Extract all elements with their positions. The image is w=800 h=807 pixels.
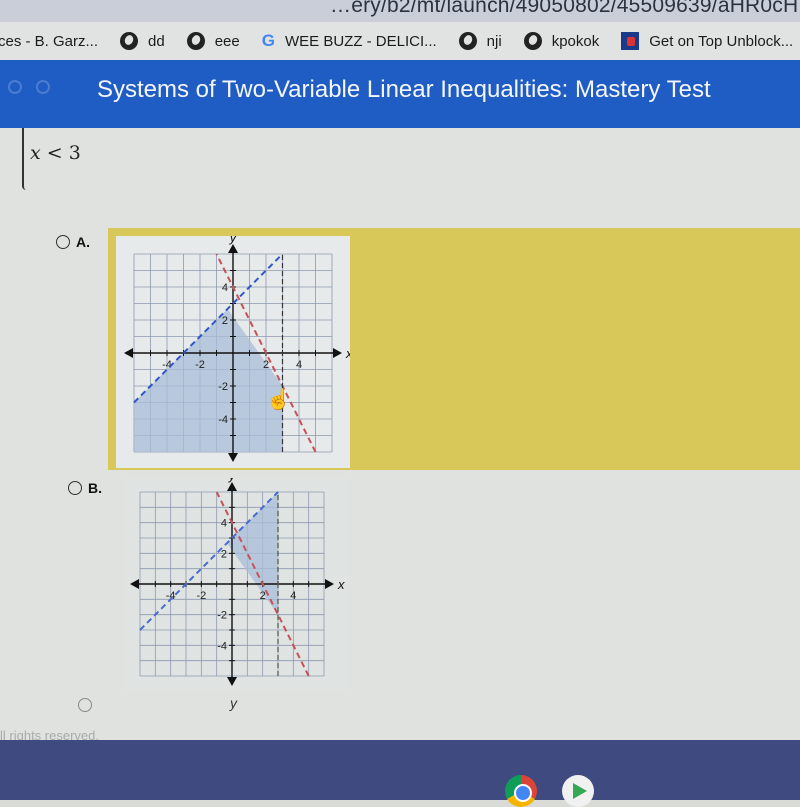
y-tick-label: -2 xyxy=(218,381,228,393)
radio-option-a[interactable] xyxy=(56,235,70,249)
x-axis-arrow-right xyxy=(333,348,342,358)
info-icon[interactable] xyxy=(36,80,50,94)
bookmark-label: WEE BUZZ - DELICI... xyxy=(284,32,437,50)
ineq-value: 3 xyxy=(68,142,81,164)
bookmark-item[interactable]: Get on Top Unblock... xyxy=(621,32,793,50)
chrome-icon[interactable] xyxy=(505,775,537,807)
option-c-y-label: y xyxy=(230,695,237,711)
system-bracket xyxy=(22,128,26,190)
url-text[interactable]: …ery/b2/mt/launch/49050802/45509639/aHR0… xyxy=(330,0,800,18)
x-axis-label: x xyxy=(345,346,350,361)
address-bar[interactable]: …ery/b2/mt/launch/49050802/45509639/aHR0… xyxy=(0,0,800,22)
y-tick-label: 4 xyxy=(222,282,228,294)
radio-option-b[interactable] xyxy=(68,481,82,495)
inequality-x-less-3: x < 3 xyxy=(30,142,81,164)
bookmark-label: nji xyxy=(486,32,502,50)
option-a[interactable]: A. xyxy=(56,234,90,250)
bookmark-item[interactable]: G WEE BUZZ - DELICI... xyxy=(262,31,437,51)
radio-option-c[interactable] xyxy=(78,698,92,712)
header-nav-icons xyxy=(8,80,50,94)
globe-icon xyxy=(523,32,542,50)
bookmark-item[interactable]: dd xyxy=(120,32,165,50)
x-tick-label: -2 xyxy=(196,590,206,602)
globe-icon xyxy=(186,32,205,50)
x-tick-label: 4 xyxy=(296,359,302,371)
y-tick-label: 4 xyxy=(221,518,227,530)
y-tick-label: -4 xyxy=(218,414,228,426)
y-tick-label: 2 xyxy=(221,548,227,560)
y-tick-label: 2 xyxy=(222,315,228,327)
ineq-op: < xyxy=(46,142,63,164)
y-axis-label: y xyxy=(229,236,238,245)
bookmark-label: dd xyxy=(148,32,165,50)
play-store-icon[interactable] xyxy=(562,775,594,807)
y-tick-label: -2 xyxy=(217,610,227,622)
y-axis-arrow-up xyxy=(228,244,238,253)
unblock-icon xyxy=(621,32,640,50)
y-axis-arrow-down xyxy=(227,677,237,686)
x-axis-arrow-left xyxy=(124,348,133,358)
bookmark-label: eee xyxy=(214,32,240,50)
bookmark-label: kpokok xyxy=(551,32,600,50)
bookmark-item[interactable]: eee xyxy=(186,32,240,50)
taskbar xyxy=(0,740,800,807)
x-axis-label: x xyxy=(337,577,345,592)
globe-icon xyxy=(120,32,139,50)
option-a-graph[interactable]: -4-22442-2-4xy☝ xyxy=(116,230,353,468)
bookmark-label: ces - B. Garz... xyxy=(0,32,99,50)
graph-b-svg: -4-22442-2-4xy xyxy=(130,468,345,686)
x-tick-label: 4 xyxy=(290,590,296,602)
bookmark-item[interactable]: ces - B. Garz... xyxy=(0,33,98,50)
option-a-letter: A. xyxy=(76,234,90,250)
question-area: x < 3 A. -4-22442-2-4xy☝ B. -4-22442-2-4… xyxy=(0,128,800,743)
option-c[interactable] xyxy=(78,698,98,712)
test-header: Systems of Two-Variable Linear Inequalit… xyxy=(0,60,800,128)
x-tick-label: 2 xyxy=(263,359,269,371)
hand-cursor-icon: ☝ xyxy=(266,387,291,411)
page-title: Systems of Two-Variable Linear Inequalit… xyxy=(97,76,711,103)
bookmark-label: Get on Top Unblock... xyxy=(649,32,794,50)
x-tick-label: -2 xyxy=(195,359,205,371)
bookmark-item[interactable]: kpokok xyxy=(523,32,600,50)
option-b[interactable]: B. xyxy=(68,480,102,496)
google-icon: G xyxy=(261,31,275,50)
bookmark-item[interactable]: nji xyxy=(458,32,502,50)
ineq-var: x xyxy=(30,142,41,164)
x-tick-label: 2 xyxy=(260,590,266,602)
back-icon[interactable] xyxy=(8,80,22,94)
option-b-letter: B. xyxy=(88,480,102,496)
bookmarks-bar: ces - B. Garz... dd eee G WEE BUZZ - DEL… xyxy=(0,22,800,60)
option-b-graph[interactable]: -4-22442-2-4xy xyxy=(124,468,350,690)
y-tick-label: -4 xyxy=(217,640,227,652)
globe-icon xyxy=(458,32,477,50)
x-axis-arrow-left xyxy=(130,579,139,589)
y-axis-arrow-down xyxy=(228,453,238,462)
graph-a-svg: -4-22442-2-4xy☝ xyxy=(124,230,353,462)
x-axis-arrow-right xyxy=(325,579,334,589)
y-axis-label: y xyxy=(228,478,237,483)
y-axis-arrow-up xyxy=(227,482,237,491)
